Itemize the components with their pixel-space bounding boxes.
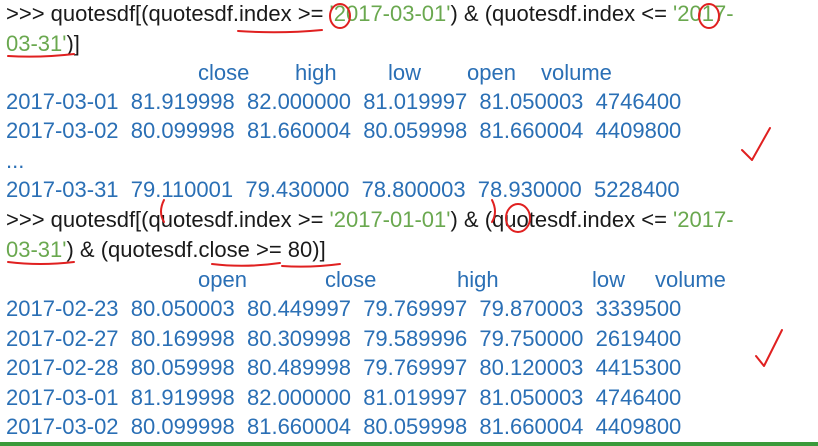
query2-code-a: quotesdf[(quotesdf.index >= xyxy=(50,207,330,232)
table2-header-low: low xyxy=(592,267,626,292)
table1-row: 2017-03-31 79.110001 79.430000 78.800003… xyxy=(6,177,680,202)
underline-index-1 xyxy=(237,29,323,34)
table1-row: 2017-03-02 80.099998 81.660004 80.059998… xyxy=(6,118,682,143)
query1-code-c: )] xyxy=(66,31,80,56)
table2-header-open: open xyxy=(198,267,247,292)
bottom-progress-bar xyxy=(0,442,818,446)
table1-row: 2017-03-01 81.919998 82.000000 81.019997… xyxy=(6,89,682,114)
query1-line2: 03-31')] xyxy=(6,31,80,57)
query1-prompt: >>> xyxy=(6,1,51,26)
query2-string-c: 03-31' xyxy=(6,237,67,262)
query2-line2: 03-31') & (quotesdf.close >= 80)] xyxy=(6,237,326,263)
query1-string-c: 03-31' xyxy=(6,31,67,56)
table1-header-open: open xyxy=(467,60,516,85)
query1-line1: >>> quotesdf[(quotesdf.index >= '2017-03… xyxy=(6,1,734,27)
table1-header-close: close xyxy=(198,60,250,85)
table2-row: 2017-02-27 80.169998 80.309998 79.589996… xyxy=(6,326,682,351)
query1-code-a: quotesdf[(quotesdf.index >= xyxy=(50,1,330,26)
table1-header-high: high xyxy=(295,60,337,85)
checkmark-2 xyxy=(755,329,783,367)
table2-row: 2017-03-01 81.919998 82.000000 81.019997… xyxy=(6,385,682,410)
query1-string-a: '2017-03-01' xyxy=(329,1,451,26)
table2-header-volume: volume xyxy=(655,267,726,292)
query1-string-b: '2017- xyxy=(673,1,734,26)
table2-header-high: high xyxy=(457,267,499,292)
underline-close xyxy=(211,262,281,267)
query1-code-b: ) & (quotesdf.index <= xyxy=(450,1,674,26)
query2-prompt: >>> xyxy=(6,207,51,232)
query2-string-a: '2017-01-01' xyxy=(329,207,451,232)
query2-code-b: ) & (quotesdf.index <= xyxy=(450,207,674,232)
query2-string-b: '2017- xyxy=(673,207,734,232)
table1-row-ellipsis: ... xyxy=(6,148,25,173)
table2-row: 2017-03-02 80.099998 81.660004 80.059998… xyxy=(6,414,682,439)
table2-header-close: close xyxy=(325,267,377,292)
table1-header-low: low xyxy=(388,60,422,85)
query2-line1: >>> quotesdf[(quotesdf.index >= '2017-01… xyxy=(6,207,734,233)
table1-header-volume: volume xyxy=(541,60,612,85)
table2-row: 2017-02-23 80.050003 80.449997 79.769997… xyxy=(6,296,682,321)
table2-row: 2017-02-28 80.059998 80.489998 79.769997… xyxy=(6,355,682,380)
query2-code-c: ) & (quotesdf.close >= 80)] xyxy=(66,237,326,262)
checkmark-1 xyxy=(741,127,771,161)
